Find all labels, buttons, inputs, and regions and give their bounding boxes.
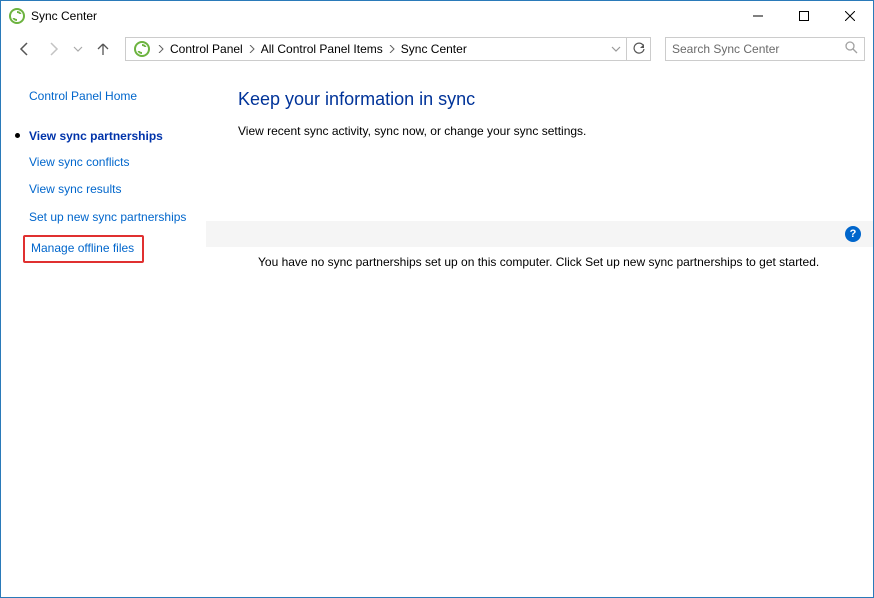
close-button[interactable] — [827, 1, 873, 31]
recent-locations-button[interactable] — [71, 44, 85, 54]
sidebar-item-manage-offline-files[interactable]: Manage offline files — [31, 241, 134, 257]
up-button[interactable] — [93, 39, 113, 59]
back-button[interactable] — [15, 39, 35, 59]
empty-state-message: You have no sync partnerships set up on … — [258, 255, 819, 269]
search-icon[interactable] — [844, 40, 858, 59]
sidebar-item-view-results[interactable]: View sync results — [29, 182, 206, 198]
sync-center-icon — [134, 41, 150, 57]
breadcrumb-item[interactable]: Control Panel — [168, 42, 245, 56]
chevron-right-icon[interactable] — [385, 45, 399, 53]
chevron-right-icon[interactable] — [245, 45, 259, 53]
breadcrumb-item[interactable]: All Control Panel Items — [259, 42, 385, 56]
main-panel: Keep your information in sync View recen… — [206, 67, 873, 597]
maximize-button[interactable] — [781, 1, 827, 31]
sidebar-item-view-conflicts[interactable]: View sync conflicts — [29, 155, 206, 171]
window-controls — [735, 1, 873, 31]
highlight-annotation: Manage offline files — [23, 235, 144, 263]
window-title: Sync Center — [31, 9, 735, 23]
minimize-button[interactable] — [735, 1, 781, 31]
bullet-icon — [15, 133, 20, 138]
sidebar-active-label: View sync partnerships — [29, 129, 163, 143]
sidebar-item-setup-partnerships[interactable]: Set up new sync partnerships — [29, 210, 206, 226]
search-box[interactable] — [665, 37, 865, 61]
address-dropdown-button[interactable] — [606, 44, 626, 54]
help-icon[interactable]: ? — [845, 226, 861, 242]
sidebar: Control Panel Home View sync partnership… — [1, 67, 206, 597]
page-description: View recent sync activity, sync now, or … — [238, 124, 863, 138]
forward-button — [43, 39, 63, 59]
page-heading: Keep your information in sync — [238, 89, 863, 110]
chevron-right-icon[interactable] — [154, 45, 168, 53]
navigation-bar: Control Panel All Control Panel Items Sy… — [1, 31, 873, 67]
control-panel-home-link[interactable]: Control Panel Home — [29, 89, 206, 105]
sidebar-item-view-partnerships[interactable]: View sync partnerships — [15, 129, 206, 143]
search-input[interactable] — [672, 42, 844, 56]
content-area: Control Panel Home View sync partnership… — [1, 67, 873, 597]
breadcrumb-item[interactable]: Sync Center — [399, 42, 469, 56]
refresh-button[interactable] — [626, 38, 650, 60]
title-bar: Sync Center — [1, 1, 873, 31]
sync-center-icon — [9, 8, 25, 24]
status-bar: ? — [206, 221, 873, 247]
address-bar[interactable]: Control Panel All Control Panel Items Sy… — [125, 37, 651, 61]
